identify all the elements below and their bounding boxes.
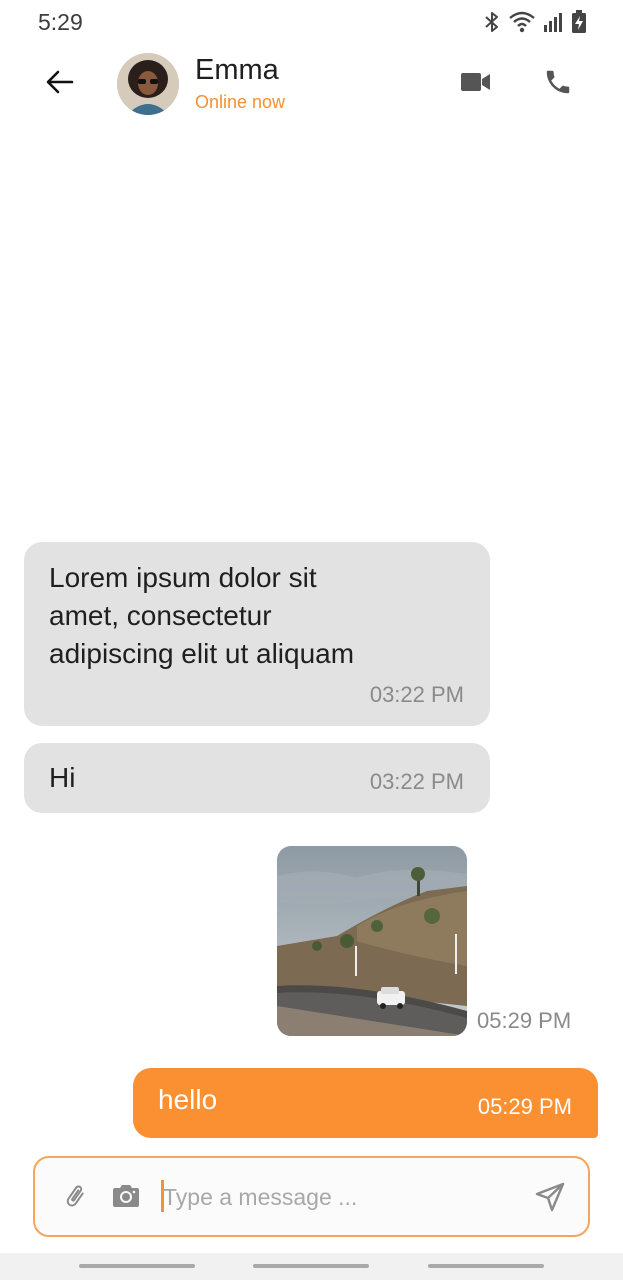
message-time: 03:22 PM <box>369 682 464 707</box>
bluetooth-icon <box>483 11 501 33</box>
status-bar: 5:29 <box>0 0 623 44</box>
send-button[interactable] <box>531 1180 569 1218</box>
system-nav-bar <box>0 1253 623 1280</box>
image-message[interactable] <box>277 846 467 1036</box>
outgoing-message[interactable]: hello 05:29 PM <box>133 1068 598 1138</box>
video-call-button[interactable] <box>456 64 496 104</box>
phone-icon <box>543 67 573 102</box>
message-text: hello <box>158 1084 218 1115</box>
camera-icon <box>111 1183 141 1214</box>
contact-name: Emma <box>195 54 279 86</box>
nav-recents-button[interactable] <box>79 1264 195 1268</box>
nav-back-button[interactable] <box>428 1264 544 1268</box>
camera-button[interactable] <box>109 1182 143 1214</box>
message-time: 05:29 PM <box>477 1094 572 1119</box>
incoming-message[interactable]: Lorem ipsum dolor sit amet, consectetur … <box>24 542 490 726</box>
signal-icon <box>543 11 563 33</box>
status-icons <box>483 10 587 34</box>
back-button[interactable] <box>40 64 80 104</box>
contact-status: Online now <box>195 92 286 112</box>
message-text: Hi <box>49 762 76 793</box>
wifi-icon <box>509 11 535 33</box>
incoming-message[interactable]: Hi 03:22 PM <box>24 743 490 813</box>
nav-home-button[interactable] <box>253 1264 369 1268</box>
send-icon <box>535 1182 565 1217</box>
arrow-left-icon <box>46 70 74 99</box>
message-input[interactable] <box>163 1176 518 1218</box>
voice-call-button[interactable] <box>538 64 578 104</box>
message-text: Lorem ipsum dolor sit amet, consectetur … <box>49 562 355 669</box>
paperclip-icon <box>62 1182 88 1215</box>
status-time: 5:29 <box>38 9 83 35</box>
contact-avatar[interactable] <box>117 53 179 115</box>
message-composer <box>33 1156 590 1237</box>
message-time: 03:22 PM <box>369 769 464 794</box>
attach-button[interactable] <box>59 1182 91 1214</box>
video-camera-icon <box>461 72 491 97</box>
message-time: 05:29 PM <box>477 1008 572 1033</box>
battery-charging-icon <box>571 10 587 34</box>
chat-header: Emma Online now <box>0 44 623 124</box>
